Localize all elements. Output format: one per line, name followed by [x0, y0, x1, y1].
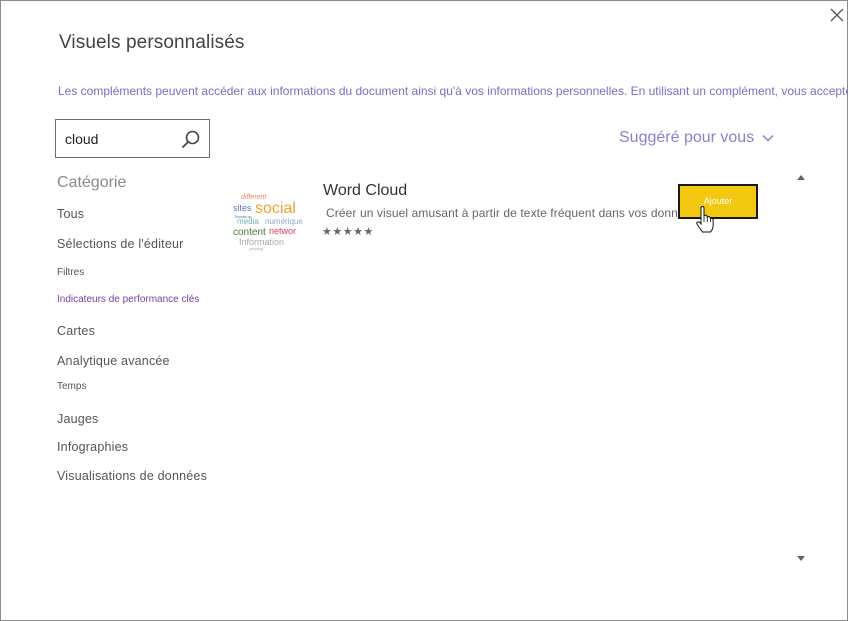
- search-box: [55, 119, 210, 158]
- close-icon: [830, 8, 844, 22]
- category-kpis[interactable]: Indicateurs de performance clés: [57, 294, 199, 305]
- category-editors-picks[interactable]: Sélections de l'éditeur: [57, 237, 184, 251]
- close-button[interactable]: [827, 5, 847, 25]
- category-all[interactable]: Tous: [57, 207, 84, 221]
- category-gauges[interactable]: Jauges: [57, 412, 99, 426]
- svg-text:networ: networ: [269, 226, 296, 236]
- result-description: Créer un visuel amusant à partir de text…: [326, 206, 698, 220]
- rating-stars: ★★★★★: [322, 226, 374, 238]
- category-filters[interactable]: Filtres: [57, 267, 84, 278]
- chevron-down-icon: [762, 134, 774, 142]
- category-data-visualizations[interactable]: Visualisations de données: [57, 469, 207, 483]
- custom-visuals-dialog: Visuels personnalisés Les compléments pe…: [0, 0, 848, 621]
- svg-text:jumping: jumping: [248, 246, 263, 251]
- sort-dropdown[interactable]: Suggéré pour vous: [619, 129, 774, 147]
- category-maps[interactable]: Cartes: [57, 324, 95, 338]
- dialog-title: Visuels personnalisés: [59, 32, 245, 53]
- search-icon: [181, 130, 200, 149]
- category-infographics[interactable]: Infographies: [57, 440, 128, 454]
- add-button[interactable]: Ajouter: [678, 184, 758, 219]
- svg-text:numérique: numérique: [265, 217, 303, 226]
- disclaimer-text: Les compléments peuvent accéder aux info…: [58, 84, 848, 98]
- sort-dropdown-label: Suggéré pour vous: [619, 129, 755, 146]
- svg-text:media: media: [237, 217, 259, 226]
- category-heading: Catégorie: [57, 174, 127, 191]
- scroll-down-arrow-icon[interactable]: [796, 555, 806, 563]
- word-cloud-thumbnail: different sites social Thumbs up media n…: [233, 194, 303, 251]
- result-title[interactable]: Word Cloud: [323, 182, 407, 200]
- search-button[interactable]: [180, 129, 202, 151]
- category-time[interactable]: Temps: [57, 381, 86, 392]
- scroll-up-arrow-icon[interactable]: [796, 173, 806, 181]
- svg-text:social: social: [255, 200, 296, 217]
- category-advanced-analytics[interactable]: Analytique avancée: [57, 354, 170, 368]
- svg-text:sites: sites: [233, 203, 252, 213]
- search-input[interactable]: [65, 129, 175, 149]
